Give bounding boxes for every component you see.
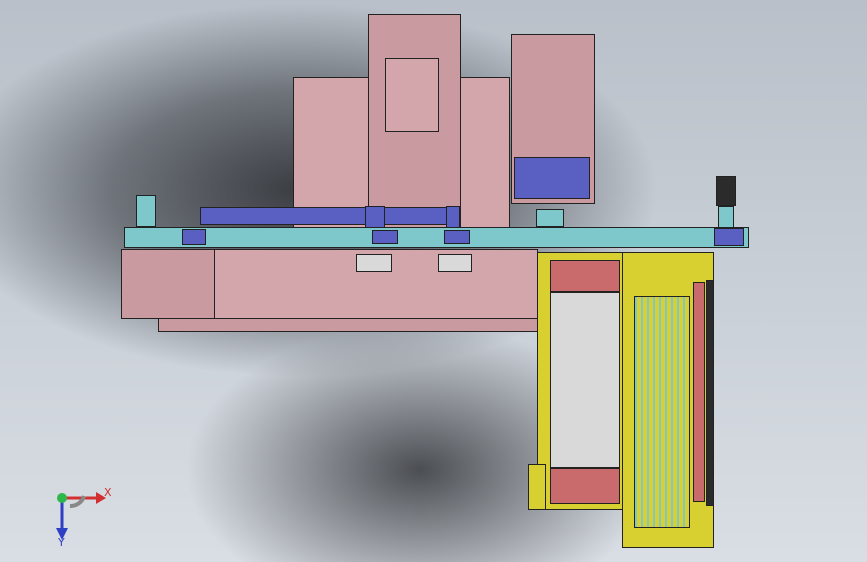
- feeder-side-rail: [706, 280, 714, 506]
- rail-end-cap: [714, 228, 744, 246]
- gripper-left: [356, 254, 392, 272]
- x-axis-label: X: [104, 486, 112, 499]
- cabinet-mount: [536, 209, 564, 227]
- cabinet-blue-plate: [514, 157, 590, 199]
- base-foot: [158, 318, 538, 332]
- z-axis-label: Y: [58, 536, 65, 549]
- left-post: [136, 195, 156, 227]
- belt-top: [550, 260, 620, 292]
- feeder-bottom-plate: [528, 464, 546, 510]
- rail-carriage-left: [182, 229, 206, 245]
- rail-carriage-right: [444, 230, 470, 244]
- belt-middle: [550, 292, 620, 468]
- column-plate: [385, 58, 439, 132]
- magazine-side-strip: [693, 282, 705, 502]
- y-axis-dot: [57, 493, 67, 503]
- magazine-slots: [634, 296, 690, 528]
- main-rail: [124, 227, 749, 248]
- gripper-right: [438, 254, 472, 272]
- coordinate-triad: X Y: [40, 478, 130, 549]
- belt-bottom: [550, 468, 620, 504]
- rail-carriage-mid: [372, 230, 398, 244]
- triad-axes: [56, 492, 106, 540]
- servo-coupler: [718, 206, 734, 228]
- horizontal-slide: [200, 207, 460, 225]
- servo-motor: [716, 176, 736, 206]
- lower-base-left: [121, 249, 216, 319]
- cad-viewport[interactable]: X Y: [0, 0, 867, 562]
